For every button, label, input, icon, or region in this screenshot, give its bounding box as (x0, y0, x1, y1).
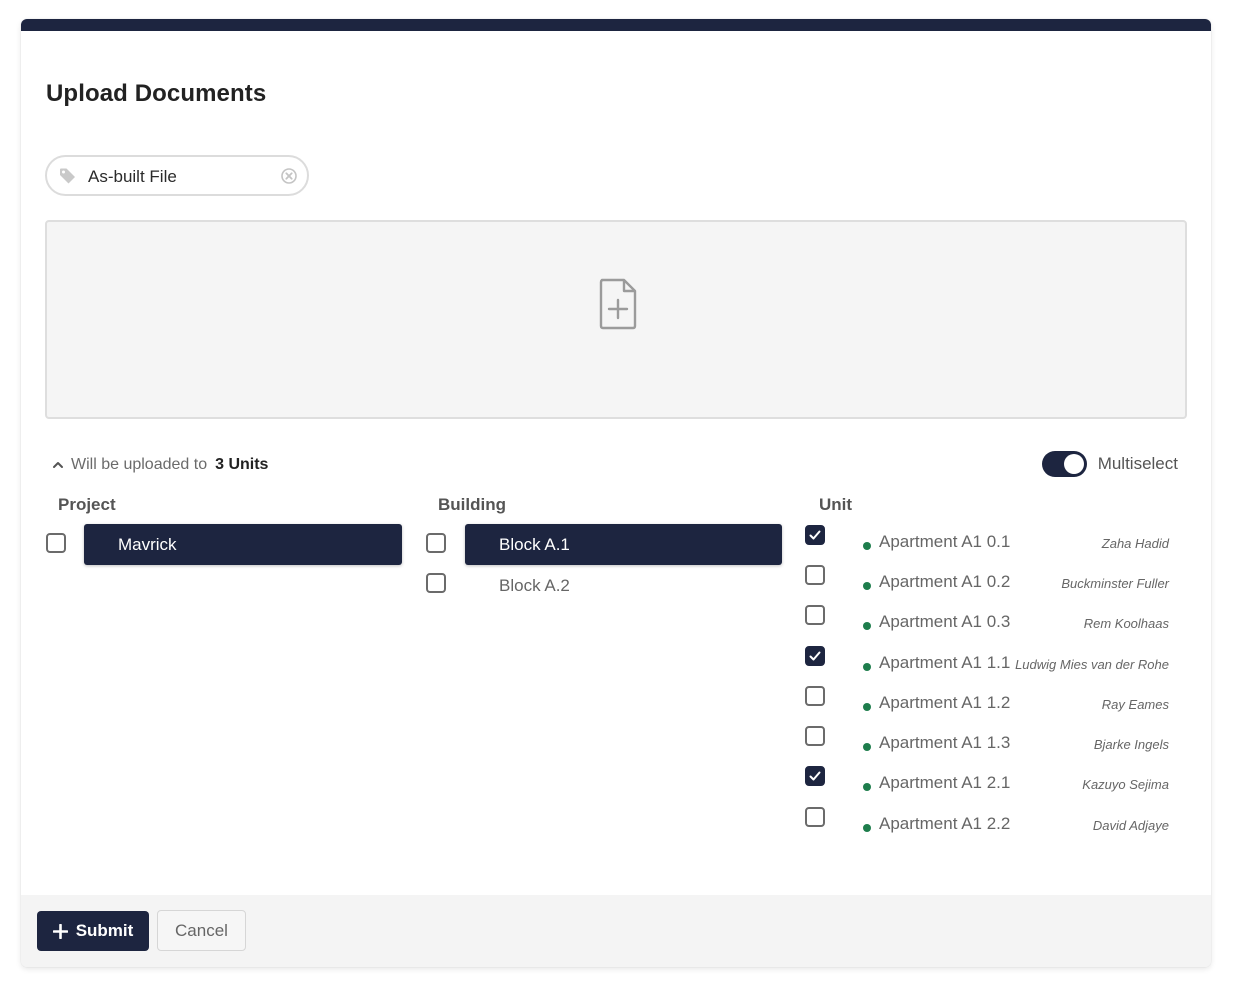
status-dot (863, 824, 871, 832)
dialog-footer: Submit Cancel (21, 895, 1211, 967)
status-dot (863, 582, 871, 590)
unit-checkbox[interactable] (805, 605, 825, 625)
unit-architect: Kazuyo Sejima (1082, 777, 1169, 792)
unit-checkbox[interactable] (805, 565, 825, 585)
status-dot (863, 542, 871, 550)
building-checkbox[interactable] (426, 573, 446, 593)
unit-row[interactable]: Apartment A1 2.2 David Adjaye (805, 806, 1185, 846)
multiselect-toggle[interactable] (1041, 451, 1087, 477)
unit-architect: Ludwig Mies van der Rohe (1015, 657, 1169, 672)
submit-button[interactable]: Submit (37, 911, 149, 951)
unit-row[interactable]: Apartment A1 0.1 Zaha Hadid (805, 524, 1185, 564)
submit-label: Submit (75, 921, 134, 940)
chevron-up-icon (53, 462, 63, 468)
status-dot (863, 622, 871, 630)
unit-architect: Buckminster Fuller (1061, 576, 1169, 591)
unit-row[interactable]: Apartment A1 0.2 Buckminster Fuller (805, 564, 1185, 604)
unit-row[interactable]: Apartment A1 1.3 Bjarke Ingels (805, 725, 1185, 765)
dialog-top-bar (21, 19, 1211, 31)
document-type-tag[interactable]: As-built File (45, 155, 309, 196)
unit-name: Apartment A1 2.2 (879, 814, 1011, 833)
unit-name: Apartment A1 0.1 (879, 532, 1011, 551)
unit-name: Apartment A1 1.3 (879, 733, 1011, 752)
unit-row[interactable]: Apartment A1 0.3 Rem Koolhaas (805, 604, 1185, 644)
unit-name: Apartment A1 0.3 (879, 612, 1011, 631)
plus-icon (52, 923, 68, 939)
unit-row[interactable]: Apartment A1 1.2 Ray Eames (805, 685, 1185, 725)
unit-architect: Ray Eames (1101, 697, 1169, 712)
column-header-building: Building (438, 495, 506, 514)
file-plus-icon (599, 278, 637, 330)
unit-architect: Bjarke Ingels (1093, 737, 1169, 752)
building-item-label: Block A.1 (499, 534, 570, 554)
building-checkbox[interactable] (426, 533, 446, 553)
cancel-button[interactable]: Cancel (157, 910, 246, 951)
column-header-unit: Unit (819, 495, 853, 514)
unit-row[interactable]: Apartment A1 2.1 Kazuyo Sejima (805, 765, 1185, 805)
close-circle-icon[interactable] (281, 168, 297, 184)
upload-dialog: Upload Documents As-built File Will be u… (21, 19, 1211, 967)
unit-architect: Rem Koolhaas (1083, 616, 1169, 631)
file-dropzone[interactable] (45, 220, 1187, 419)
dialog-title: Upload Documents (46, 80, 267, 107)
building-item-block-a1[interactable]: Block A.1 (465, 524, 782, 565)
status-dot (863, 663, 871, 671)
project-item-label: Mavrick (118, 534, 177, 554)
status-dot (863, 703, 871, 711)
unit-architect: Zaha Hadid (1101, 536, 1169, 551)
cancel-label: Cancel (175, 920, 228, 940)
unit-checkbox[interactable] (805, 646, 825, 666)
summary-count: 3 Units (215, 456, 269, 473)
multiselect-label: Multiselect (1097, 454, 1178, 473)
unit-checkbox[interactable] (805, 525, 825, 545)
building-item-block-a2[interactable]: Block A.2 (465, 565, 782, 606)
summary-prefix: Will be uploaded to (71, 456, 208, 473)
upload-target-summary[interactable]: Will be uploaded to 3 Units (51, 455, 268, 475)
building-item-label: Block A.2 (499, 575, 570, 595)
unit-name: Apartment A1 1.1 (879, 653, 1011, 672)
check-icon (809, 651, 821, 661)
check-icon (809, 771, 821, 781)
toggle-knob (1063, 454, 1084, 474)
unit-checkbox[interactable] (805, 766, 825, 786)
unit-row[interactable]: Apartment A1 1.1 Ludwig Mies van der Roh… (805, 645, 1185, 685)
unit-name: Apartment A1 2.1 (879, 773, 1011, 792)
status-dot (863, 783, 871, 791)
unit-checkbox[interactable] (805, 686, 825, 706)
unit-name: Apartment A1 0.2 (879, 572, 1011, 591)
unit-architect: David Adjaye (1092, 818, 1169, 833)
column-header-project: Project (58, 495, 116, 514)
multiselect-control: Multiselect (1041, 451, 1178, 477)
tag-label: As-built File (88, 167, 177, 186)
tag-icon (60, 168, 75, 184)
check-icon (809, 530, 821, 540)
unit-checkbox[interactable] (805, 726, 825, 746)
unit-checkbox[interactable] (805, 807, 825, 827)
status-dot (863, 743, 871, 751)
unit-name: Apartment A1 1.2 (879, 693, 1011, 712)
project-item-mavrick[interactable]: Mavrick (84, 524, 402, 565)
project-checkbox[interactable] (46, 533, 66, 553)
